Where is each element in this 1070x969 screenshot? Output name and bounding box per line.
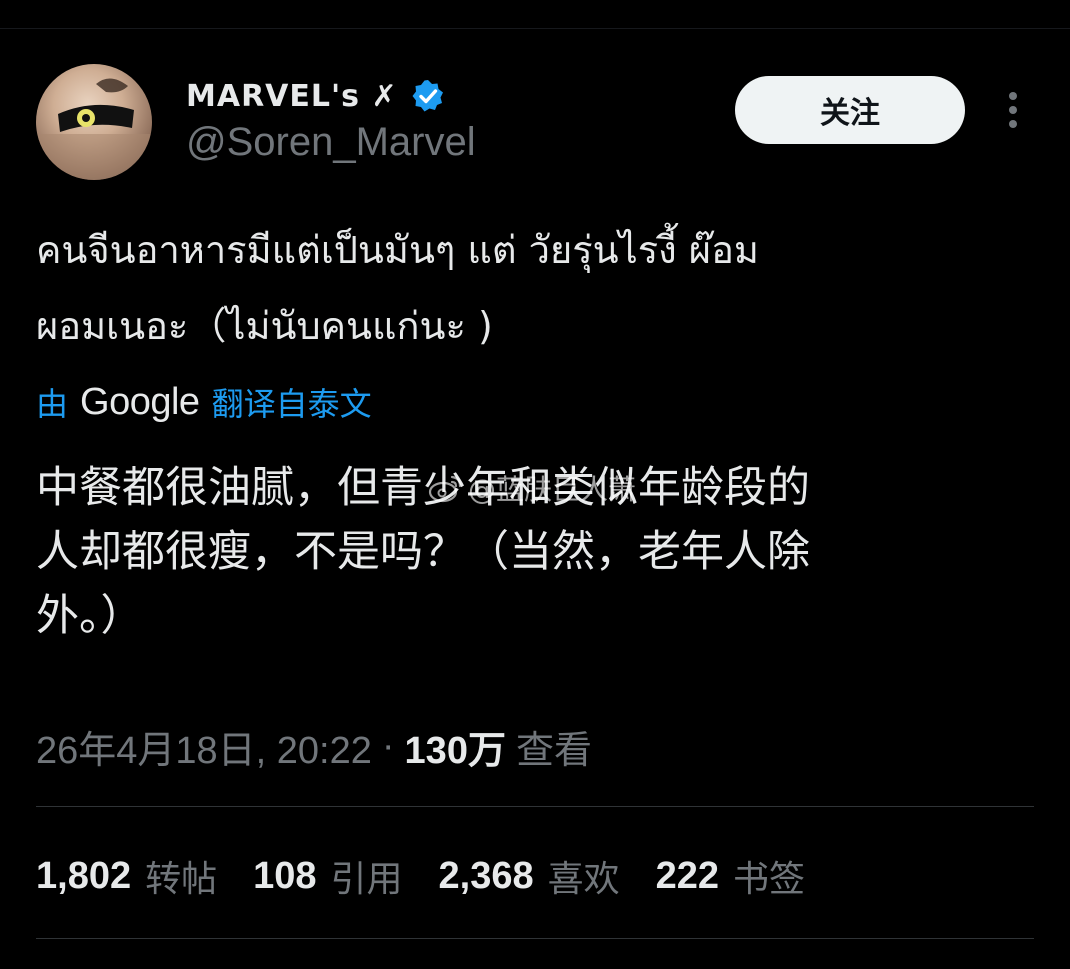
reposts-stat[interactable]: 1,802 转帖 — [36, 850, 217, 902]
tweet-timestamp[interactable]: 26年4月18日, 20:22 — [36, 719, 372, 774]
divider — [36, 938, 1034, 939]
google-wordmark: Google — [80, 380, 200, 423]
weibo-watermark: @蓝肤巨人萧 — [428, 466, 636, 510]
translated-by-google-link[interactable]: 由 Google 翻译自泰文 — [36, 374, 372, 430]
quotes-stat[interactable]: 108 引用 — [253, 850, 402, 902]
likes-stat[interactable]: 2,368 喜欢 — [439, 850, 620, 902]
display-name[interactable]: MARVEL's ✗ — [186, 79, 398, 114]
user-name-row[interactable]: MARVEL's ✗ — [186, 74, 446, 118]
bookmarks-count: 222 — [655, 854, 720, 897]
quotes-label: 引用 — [330, 859, 403, 900]
more-options-icon[interactable] — [998, 88, 1028, 132]
translated-suffix: 翻译自泰文 — [211, 385, 372, 423]
user-handle[interactable]: @Soren_Marvel — [186, 120, 476, 165]
bookmarks-label: 书签 — [733, 859, 806, 900]
top-divider — [0, 28, 1070, 29]
verified-badge-icon — [412, 80, 443, 112]
translated-text-line: 人却都很瘦，不是吗？（当然，老年人除 — [36, 527, 810, 577]
meta-separator: · — [381, 724, 395, 767]
translated-text-line: 外。） — [36, 591, 144, 641]
reposts-label: 转帖 — [145, 859, 218, 900]
follow-button[interactable]: 关注 — [735, 76, 965, 144]
watermark-text: @蓝肤巨人萧 — [468, 473, 637, 506]
weibo-logo-icon — [428, 475, 462, 503]
display-name-suffix: ✗ — [371, 78, 398, 114]
likes-label: 喜欢 — [547, 859, 620, 900]
quotes-count: 108 — [253, 854, 317, 897]
engagement-stats: 1,802 转帖 108 引用 2,368 喜欢 222 书签 — [36, 846, 805, 906]
avatar-image — [36, 78, 152, 180]
avatar[interactable] — [36, 64, 152, 180]
bookmarks-stat[interactable]: 222 书签 — [656, 850, 805, 902]
tweet-text-line: ผอมเนอะ（ไม่นับคนแก่นะ ) — [36, 304, 493, 348]
tweet-text-line: คนจีนอาหารมีแต่เป็นมันๆ แต่ วัยรุ่นไรงี้… — [36, 228, 759, 272]
tweet-meta: 26年4月18日, 20:22 · 130万 查看 — [36, 718, 592, 774]
divider — [36, 806, 1034, 807]
translated-prefix: 由 — [36, 385, 69, 423]
reposts-count: 1,802 — [36, 854, 132, 897]
tweet-text: คนจีนอาหารมีแต่เป็นมันๆ แต่ วัยรุ่นไรงี้… — [36, 212, 1036, 364]
views-label: 查看 — [515, 729, 592, 772]
likes-count: 2,368 — [438, 854, 534, 897]
views-count: 130万 — [404, 729, 506, 772]
